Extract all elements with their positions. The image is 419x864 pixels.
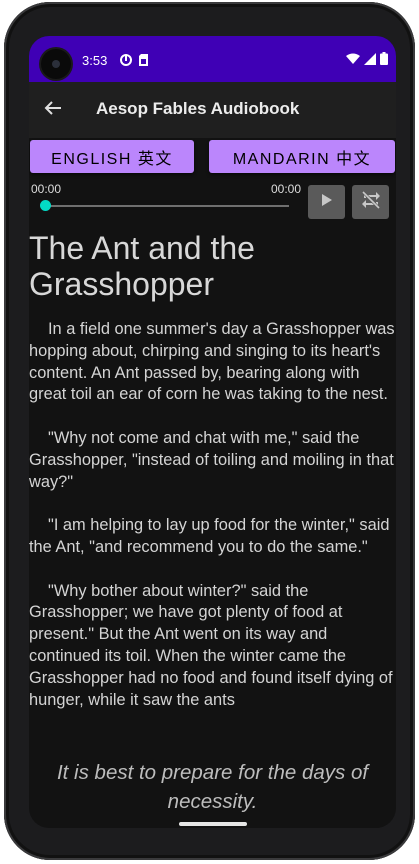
- arrow-back-icon: [44, 100, 62, 121]
- gesture-nav-handle[interactable]: [179, 822, 247, 826]
- app-title: Aesop Fables Audiobook: [96, 99, 300, 118]
- phone-body: 3:53 Aesop Fables Audiobook ENGLISH 英文 M…: [4, 2, 415, 860]
- story-paragraph: "I am helping to lay up food for the win…: [29, 516, 390, 556]
- current-time: 00:00: [31, 182, 62, 196]
- english-button[interactable]: ENGLISH 英文: [30, 140, 194, 173]
- seek-thumb[interactable]: [39, 200, 51, 211]
- story-title: The Ant and the Grasshopper: [29, 230, 255, 302]
- app-screen: 3:53 Aesop Fables Audiobook ENGLISH 英文 M…: [29, 36, 396, 828]
- app-bar: Aesop Fables Audiobook: [29, 82, 396, 138]
- repeat-off-icon: [360, 189, 382, 216]
- play-button[interactable]: [308, 185, 345, 219]
- seek-bar[interactable]: [45, 205, 289, 207]
- back-button[interactable]: [39, 96, 67, 124]
- data-saver-icon: [120, 53, 132, 66]
- total-time: 00:00: [271, 182, 302, 196]
- story-moral: It is best to prepare for the days of ne…: [56, 761, 369, 813]
- status-bar: 3:53: [29, 36, 396, 82]
- status-time: 3:53: [82, 53, 108, 68]
- cellular-signal-icon: [364, 52, 376, 70]
- wifi-icon: [346, 52, 360, 70]
- story-paragraph: "Why bother about winter?" said the Gras…: [29, 581, 393, 709]
- status-indicators: [346, 52, 388, 70]
- loop-toggle-button[interactable]: [352, 185, 389, 219]
- device-frame: 3:53 Aesop Fables Audiobook ENGLISH 英文 M…: [0, 0, 419, 864]
- battery-icon: [380, 52, 388, 70]
- story-text: In a field one summer's day a Grasshoppe…: [29, 319, 396, 755]
- story-paragraph: "Why not come and chat with me," said th…: [29, 428, 394, 491]
- front-camera: [41, 49, 71, 79]
- play-icon: [321, 193, 333, 212]
- sim-card-icon: [138, 53, 150, 66]
- story-paragraph: In a field one summer's day a Grasshoppe…: [29, 320, 395, 404]
- mandarin-button[interactable]: MANDARIN 中文: [209, 140, 395, 173]
